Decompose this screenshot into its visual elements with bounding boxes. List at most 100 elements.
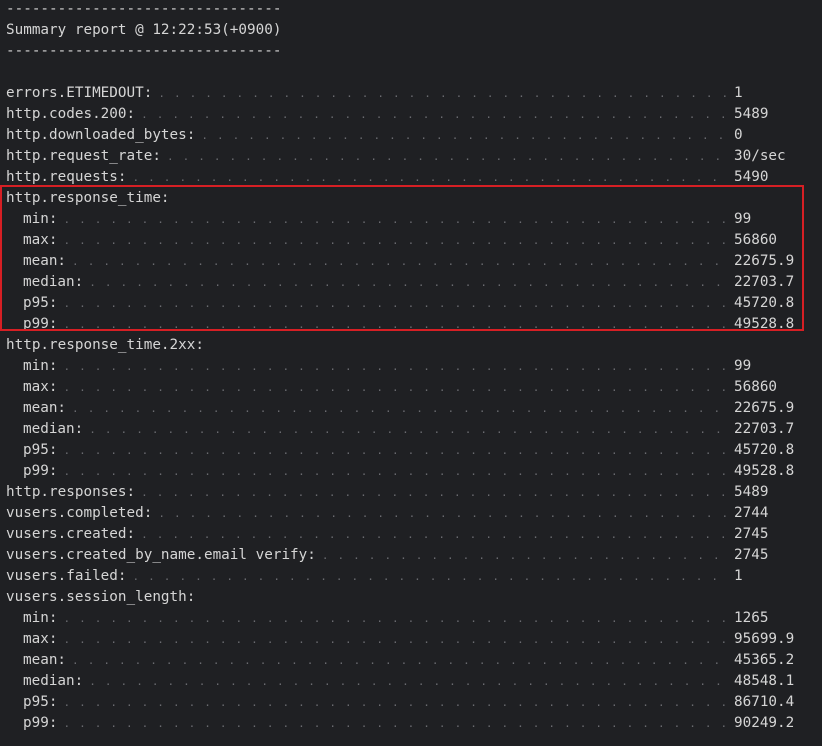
metric-row: vusers.created_by_name.email verify: . .… [6, 545, 816, 566]
metric-value: 2745 [734, 547, 769, 563]
header-rule-bottom: -------------------------------- [6, 43, 282, 59]
dot-leader: . . . . . . . . . . . . . . . . . . . . … [321, 549, 726, 562]
metric-row: errors.ETIMEDOUT: . . . . . . . . . . . … [6, 83, 816, 104]
stat-label: median: [23, 421, 84, 437]
metric-label: vusers.failed: [6, 568, 127, 584]
stat-value: 45365.2 [734, 652, 795, 668]
metric-row: http.codes.200: . . . . . . . . . . . . … [6, 104, 816, 125]
dot-leader: . . . . . . . . . . . . . . . . . . . . … [89, 423, 726, 436]
metric-value: 2744 [734, 505, 769, 521]
stat-row: max: . . . . . . . . . . . . . . . . . .… [6, 629, 816, 650]
stat-value: 22703.7 [734, 274, 795, 290]
metric-value: 1 [734, 568, 743, 584]
stat-label: p99: [23, 316, 58, 332]
metric-value: 5489 [734, 106, 769, 122]
dot-leader: . . . . . . . . . . . . . . . . . . . . … [63, 633, 726, 646]
report-title: Summary report @ 12:22:53(+0900) [6, 22, 282, 38]
dot-leader: . . . . . . . . . . . . . . . . . . . . … [166, 150, 726, 163]
stat-value: 56860 [734, 232, 778, 248]
metric-label: http.downloaded_bytes: [6, 127, 196, 143]
stat-row: p95: . . . . . . . . . . . . . . . . . .… [6, 692, 816, 713]
metric-label: http.codes.200: [6, 106, 136, 122]
stat-value: 99 [734, 211, 752, 227]
stat-value: 99 [734, 358, 752, 374]
metric-value: 5489 [734, 484, 769, 500]
stat-label: median: [23, 673, 84, 689]
stat-label: mean: [23, 400, 67, 416]
stat-value: 48548.1 [734, 673, 795, 689]
stat-value: 22675.9 [734, 400, 795, 416]
dot-leader: . . . . . . . . . . . . . . . . . . . . … [89, 675, 726, 688]
stat-label: max: [23, 631, 58, 647]
stat-label: mean: [23, 253, 67, 269]
stat-row: min: . . . . . . . . . . . . . . . . . .… [6, 608, 816, 629]
response-time-2xx-heading: http.response_time.2xx: [6, 337, 204, 353]
stat-row: max: . . . . . . . . . . . . . . . . . .… [6, 230, 816, 251]
stat-label: median: [23, 274, 84, 290]
metric-value: 1 [734, 85, 743, 101]
dot-leader: . . . . . . . . . . . . . . . . . . . . … [141, 108, 726, 121]
stat-row: min: . . . . . . . . . . . . . . . . . .… [6, 209, 816, 230]
stat-value: 86710.4 [734, 694, 795, 710]
dot-leader: . . . . . . . . . . . . . . . . . . . . … [72, 255, 726, 268]
stat-row: p95: . . . . . . . . . . . . . . . . . .… [6, 293, 816, 314]
header-rule-top: -------------------------------- [6, 1, 282, 17]
stat-row: mean: . . . . . . . . . . . . . . . . . … [6, 650, 816, 671]
stat-value: 1265 [734, 610, 769, 626]
stat-label: max: [23, 379, 58, 395]
session-length-heading: vusers.session_length: [6, 589, 196, 605]
dot-leader: . . . . . . . . . . . . . . . . . . . . … [63, 213, 726, 226]
stat-value: 22703.7 [734, 421, 795, 437]
stat-value: 95699.9 [734, 631, 795, 647]
metric-row: vusers.failed: . . . . . . . . . . . . .… [6, 566, 816, 587]
stat-value: 56860 [734, 379, 778, 395]
dot-leader: . . . . . . . . . . . . . . . . . . . . … [89, 276, 726, 289]
metric-label: vusers.created_by_name.email verify: [6, 547, 316, 563]
metric-row: http.requests: . . . . . . . . . . . . .… [6, 167, 816, 188]
stat-value: 45720.8 [734, 295, 795, 311]
stat-label: p99: [23, 715, 58, 731]
dot-leader: . . . . . . . . . . . . . . . . . . . . … [158, 507, 726, 520]
metric-row: http.responses: . . . . . . . . . . . . … [6, 482, 816, 503]
dot-leader: . . . . . . . . . . . . . . . . . . . . … [141, 486, 726, 499]
metric-value: 30/sec [734, 148, 786, 164]
metric-value: 5490 [734, 169, 769, 185]
metric-row: vusers.completed: . . . . . . . . . . . … [6, 503, 816, 524]
stat-label: p99: [23, 463, 58, 479]
dot-leader: . . . . . . . . . . . . . . . . . . . . … [63, 717, 726, 730]
stat-row: p99: . . . . . . . . . . . . . . . . . .… [6, 314, 816, 335]
metric-label: http.request_rate: [6, 148, 161, 164]
stat-label: min: [23, 610, 58, 626]
response-time-heading: http.response_time: [6, 190, 170, 206]
dot-leader: . . . . . . . . . . . . . . . . . . . . … [132, 171, 726, 184]
stat-label: p95: [23, 295, 58, 311]
dot-leader: . . . . . . . . . . . . . . . . . . . . … [63, 318, 726, 331]
dot-leader: . . . . . . . . . . . . . . . . . . . . … [158, 87, 726, 100]
stat-row: median: . . . . . . . . . . . . . . . . … [6, 671, 816, 692]
stat-row: mean: . . . . . . . . . . . . . . . . . … [6, 398, 816, 419]
dot-leader: . . . . . . . . . . . . . . . . . . . . … [63, 360, 726, 373]
metric-row: http.request_rate: . . . . . . . . . . .… [6, 146, 816, 167]
stat-label: min: [23, 211, 58, 227]
stat-value: 49528.8 [734, 463, 795, 479]
stat-row: mean: . . . . . . . . . . . . . . . . . … [6, 251, 816, 272]
stat-label: p95: [23, 442, 58, 458]
metric-label: errors.ETIMEDOUT: [6, 85, 153, 101]
stat-value: 22675.9 [734, 253, 795, 269]
stat-label: p95: [23, 694, 58, 710]
metric-row: vusers.created: . . . . . . . . . . . . … [6, 524, 816, 545]
stat-row: median: . . . . . . . . . . . . . . . . … [6, 419, 816, 440]
metric-value: 2745 [734, 526, 769, 542]
stat-label: mean: [23, 652, 67, 668]
stat-row: p99: . . . . . . . . . . . . . . . . . .… [6, 461, 816, 482]
dot-leader: . . . . . . . . . . . . . . . . . . . . … [72, 402, 726, 415]
stat-row: median: . . . . . . . . . . . . . . . . … [6, 272, 816, 293]
dot-leader: . . . . . . . . . . . . . . . . . . . . … [63, 297, 726, 310]
terminal-output: -------------------------------- Summary… [6, 0, 816, 734]
stat-value: 49528.8 [734, 316, 795, 332]
metric-label: vusers.completed: [6, 505, 153, 521]
stat-row: p99: . . . . . . . . . . . . . . . . . .… [6, 713, 816, 734]
dot-leader: . . . . . . . . . . . . . . . . . . . . … [63, 234, 726, 247]
stat-row: p95: . . . . . . . . . . . . . . . . . .… [6, 440, 816, 461]
